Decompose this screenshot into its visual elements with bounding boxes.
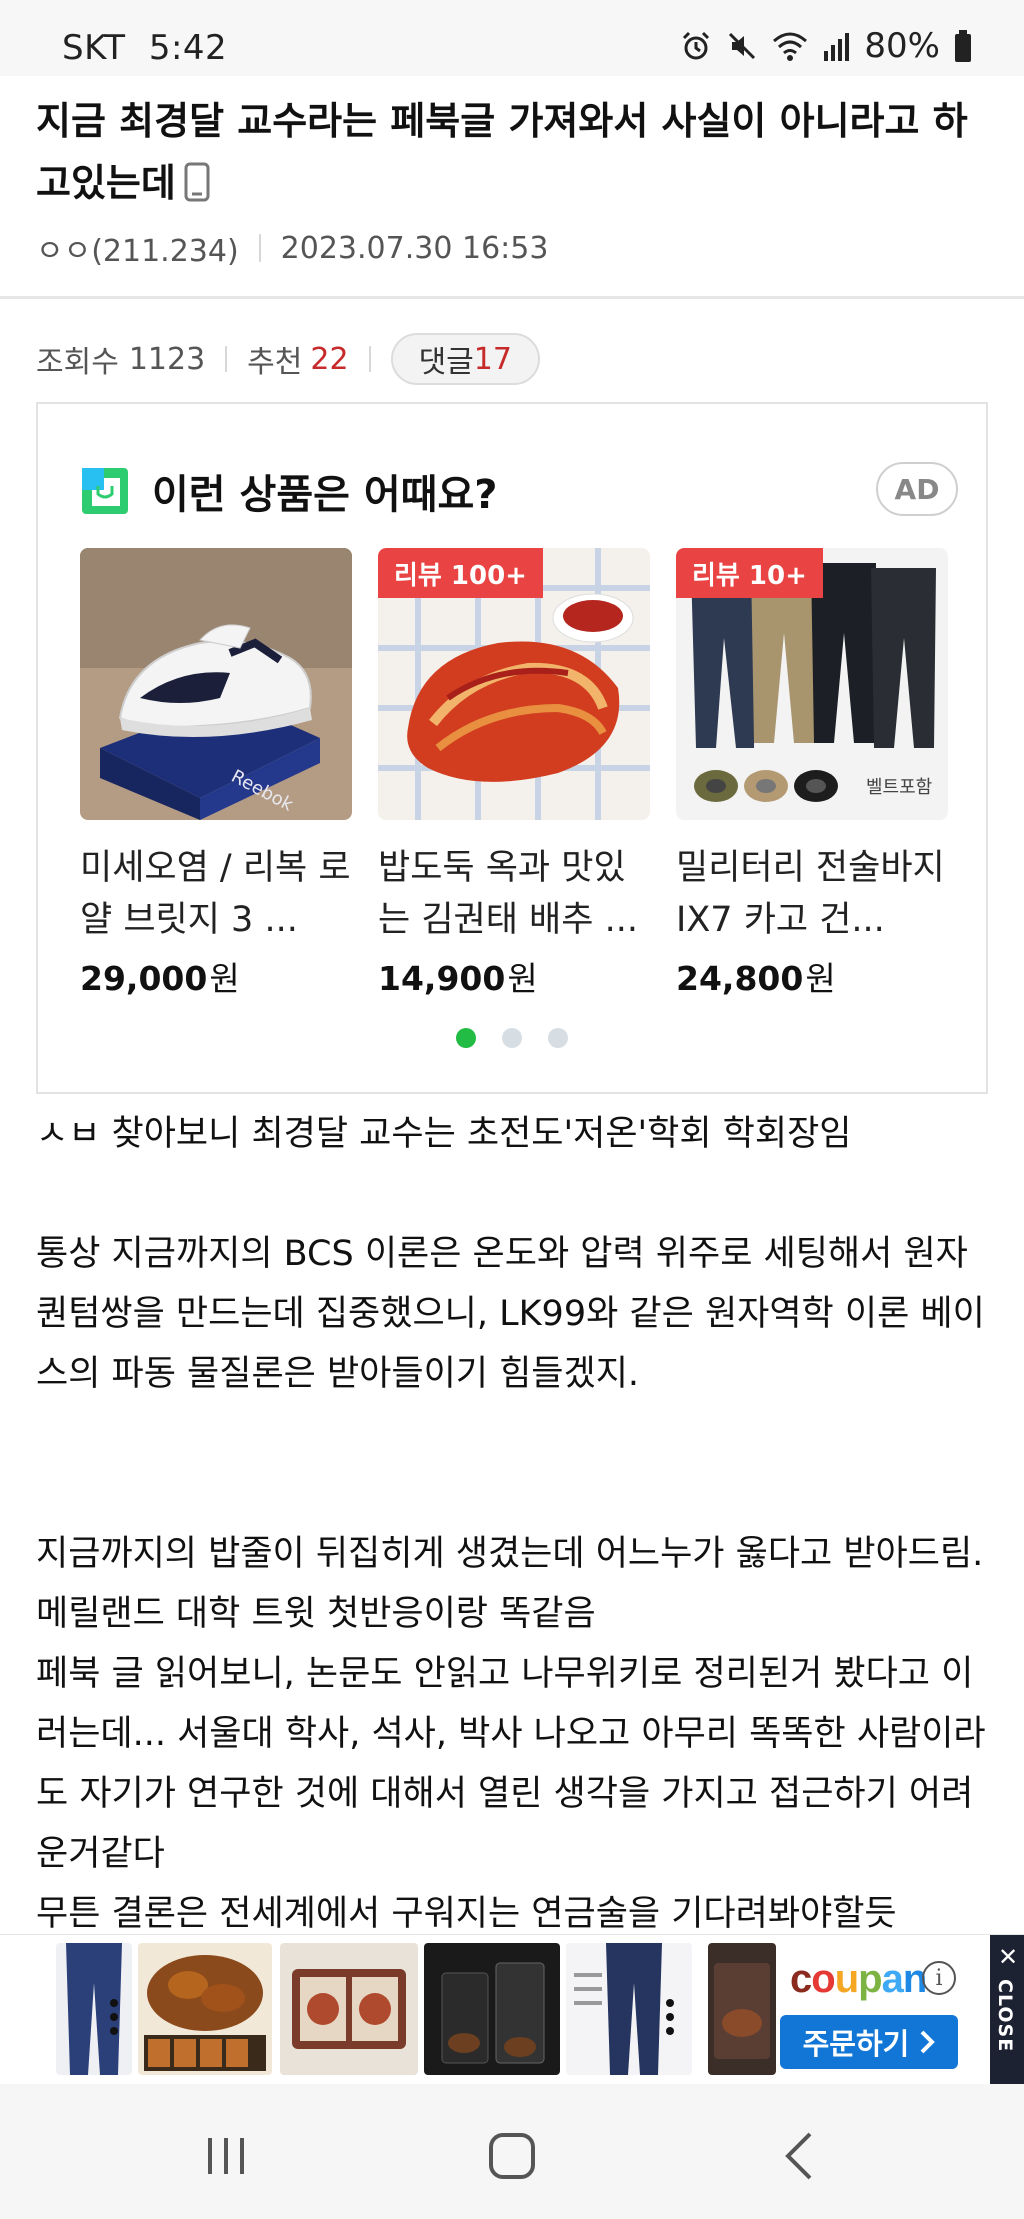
recommend-count: 22 (310, 341, 349, 377)
chevron-right-icon (920, 2030, 936, 2054)
banner-product-image[interactable] (566, 1943, 692, 2075)
recent-apps-icon (208, 2138, 244, 2174)
close-icon: ✕ (998, 1943, 1019, 1971)
home-icon (489, 2133, 535, 2179)
banner-product-image[interactable] (424, 1943, 560, 2075)
article-line (36, 1464, 996, 1524)
carrier-label: SKT (62, 28, 126, 68)
divider (0, 296, 1024, 299)
product-card[interactable]: 리뷰 100+ 밥도둑 옥과 맛있는 김권태 배추 ... 14,900원 (378, 548, 650, 1000)
article-line (36, 1404, 996, 1464)
comments-label: 댓글 (418, 345, 474, 380)
stats-separator (368, 346, 371, 372)
mute-icon (729, 32, 756, 60)
product-card[interactable]: Reebok 미세오염 / 리복 로얄 브릿지 3 ... 29,000원 (80, 548, 352, 1000)
wifi-icon (773, 32, 808, 61)
article-line: 지금까지의 밥줄이 뒤집히게 생겼는데 어느누가 옳다고 받아드림. 메릴랜드 … (36, 1534, 984, 1634)
comments-button[interactable]: 댓글 17 (390, 333, 540, 385)
product-image-pants[interactable]: 벨트포함 리뷰 10+ (676, 548, 948, 820)
battery-percent: 80% (864, 26, 940, 66)
signal-icon (824, 33, 850, 61)
views-count: 1123 (128, 341, 206, 377)
back-button[interactable] (770, 2126, 830, 2186)
back-icon (785, 2132, 812, 2180)
status-left: SKT 5:42 (62, 28, 227, 68)
product-image-kimchi[interactable]: 리뷰 100+ (378, 548, 650, 820)
review-tag: 리뷰 10+ (676, 548, 823, 598)
article-line: 페북 글 읽어보니, 논문도 안읽고 나무위키로 정리된거 봤다고 이러는데..… (36, 1654, 986, 1874)
post-title-text: 지금 최경달 교수라는 페북글 가져와서 사실이 아니라고 하고있는데 (36, 99, 968, 205)
post-meta: ㅇㅇ(211.234) 2023.07.30 16:53 (36, 226, 548, 270)
battery-icon (955, 30, 971, 62)
clock-time: 5:42 (148, 28, 228, 68)
article-body: ㅅㅂ 찾아보니 최경달 교수는 초전도'저온'학회 학회장임 통상 지금까지의 … (36, 1104, 996, 1944)
status-right: 80% (680, 26, 972, 66)
product-recommendation-ad: 이런 상품은 어때요? AD Reebok 미세오염 / 리복 로얄 브릿지 3… (36, 402, 988, 1094)
currency-unit: 원 (805, 959, 836, 998)
meta-separator (258, 234, 261, 262)
article-line (36, 1164, 996, 1224)
product-price-value: 24,800 (676, 959, 804, 998)
post-title: 지금 최경달 교수라는 페북글 가져와서 사실이 아니라고 하고있는데 (36, 90, 996, 220)
system-navigation-bar (0, 2084, 1024, 2219)
phone-icon (184, 158, 210, 220)
banner-product-image[interactable] (138, 1943, 272, 2075)
close-ad-button[interactable]: ✕ CLOSE (990, 1935, 1024, 2085)
stats-separator (225, 346, 228, 372)
order-button-label: 주문하기 (802, 2027, 910, 2061)
status-bar: SKT 5:42 80% (0, 0, 1024, 76)
review-tag: 리뷰 100+ (378, 548, 543, 598)
product-card[interactable]: 벨트포함 리뷰 10+ 밀리터리 전술바지 IX7 카고 건... 24,800… (676, 548, 948, 1000)
banner-product-image[interactable] (56, 1943, 132, 2075)
product-price: 29,000원 (80, 952, 352, 1000)
belt-included-label: 벨트포함 (866, 777, 932, 798)
ad-header: 이런 상품은 어때요? (80, 462, 497, 520)
currency-unit: 원 (507, 959, 538, 998)
banner-product-image[interactable] (708, 1943, 776, 2075)
product-image-shoes[interactable]: Reebok (80, 548, 352, 820)
carousel-dots (38, 1028, 986, 1048)
ad-badge[interactable]: AD (876, 462, 958, 516)
carousel-dot[interactable] (456, 1028, 476, 1048)
product-price: 24,800원 (676, 952, 948, 1000)
order-button[interactable]: 주문하기 (780, 2015, 958, 2069)
close-label: CLOSE (994, 1979, 1016, 2053)
product-name[interactable]: 미세오염 / 리복 로얄 브릿지 3 ... (80, 842, 352, 946)
post-stats: 조회수 1123 추천 22 댓글 17 (36, 333, 540, 385)
carousel-dot[interactable] (548, 1028, 568, 1048)
recent-apps-button[interactable] (196, 2126, 256, 2186)
author-name[interactable]: ㅇㅇ(211.234) (36, 226, 239, 270)
recommend-label: 추천 (247, 345, 303, 380)
banner-product-image[interactable] (280, 1943, 418, 2075)
article-line: ㅅㅂ 찾아보니 최경달 교수는 초전도'저온'학회 학회장임 (36, 1114, 852, 1154)
product-price-value: 29,000 (80, 959, 208, 998)
product-name[interactable]: 밥도둑 옥과 맛있는 김권태 배추 ... (378, 842, 650, 946)
ad-title: 이런 상품은 어때요? (152, 472, 498, 518)
article-line: 통상 지금까지의 BCS 이론은 온도와 압력 위주로 세팅해서 원자 퀀텀쌍을… (36, 1234, 985, 1394)
comments-count: 17 (473, 341, 512, 377)
coupang-logo[interactable]: coupan coupang (790, 1957, 927, 2002)
product-name[interactable]: 밀리터리 전술바지 IX7 카고 건... (676, 842, 948, 946)
carousel-dot[interactable] (502, 1028, 522, 1048)
currency-unit: 원 (209, 959, 240, 998)
post-datetime: 2023.07.30 16:53 (280, 230, 549, 266)
home-button[interactable] (482, 2126, 542, 2186)
product-price-value: 14,900 (378, 959, 506, 998)
coupang-ad-banner[interactable]: coupan coupang i 주문하기 ✕ CLOSE (0, 1934, 1024, 2085)
views-label: 조회수 (36, 345, 119, 380)
shopping-bag-icon (82, 468, 128, 514)
alarm-icon (683, 31, 710, 60)
product-price: 14,900원 (378, 952, 650, 1000)
info-icon[interactable]: i (922, 1961, 956, 1995)
